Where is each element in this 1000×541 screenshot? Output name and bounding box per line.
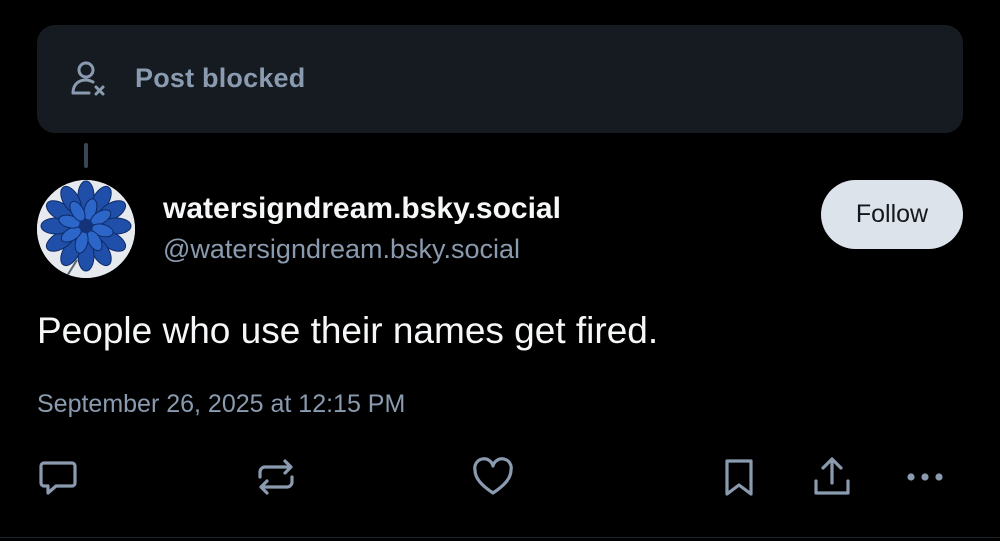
reply-button[interactable] bbox=[35, 454, 81, 500]
thread-connector-line bbox=[84, 143, 88, 168]
bookmark-icon bbox=[725, 459, 753, 496]
repost-button[interactable] bbox=[253, 454, 299, 500]
blocked-post-label: Post blocked bbox=[135, 63, 306, 93]
more-options-button[interactable] bbox=[902, 454, 948, 500]
bookmark-button[interactable] bbox=[716, 454, 762, 500]
repost-arrows-icon bbox=[258, 459, 294, 495]
post-timestamp: September 26, 2025 at 12:15 PM bbox=[37, 390, 406, 418]
speech-bubble-icon bbox=[39, 461, 77, 495]
person-x-icon bbox=[71, 61, 105, 96]
avatar[interactable] bbox=[37, 180, 135, 278]
blocked-post-card[interactable]: Post blocked bbox=[37, 25, 963, 133]
author-handle[interactable]: @watersigndream.bsky.social bbox=[163, 234, 520, 265]
share-upload-icon bbox=[814, 457, 850, 495]
author-display-name[interactable]: watersigndream.bsky.social bbox=[163, 192, 561, 226]
heart-icon bbox=[473, 457, 513, 495]
bottom-divider bbox=[0, 537, 1000, 538]
share-button[interactable] bbox=[809, 454, 855, 500]
blue-flower-avatar-image bbox=[37, 180, 135, 278]
ellipsis-icon bbox=[907, 473, 943, 481]
post-text: People who use their names get fired. bbox=[37, 310, 659, 351]
like-button[interactable] bbox=[470, 454, 516, 500]
follow-button[interactable]: Follow bbox=[821, 180, 963, 249]
